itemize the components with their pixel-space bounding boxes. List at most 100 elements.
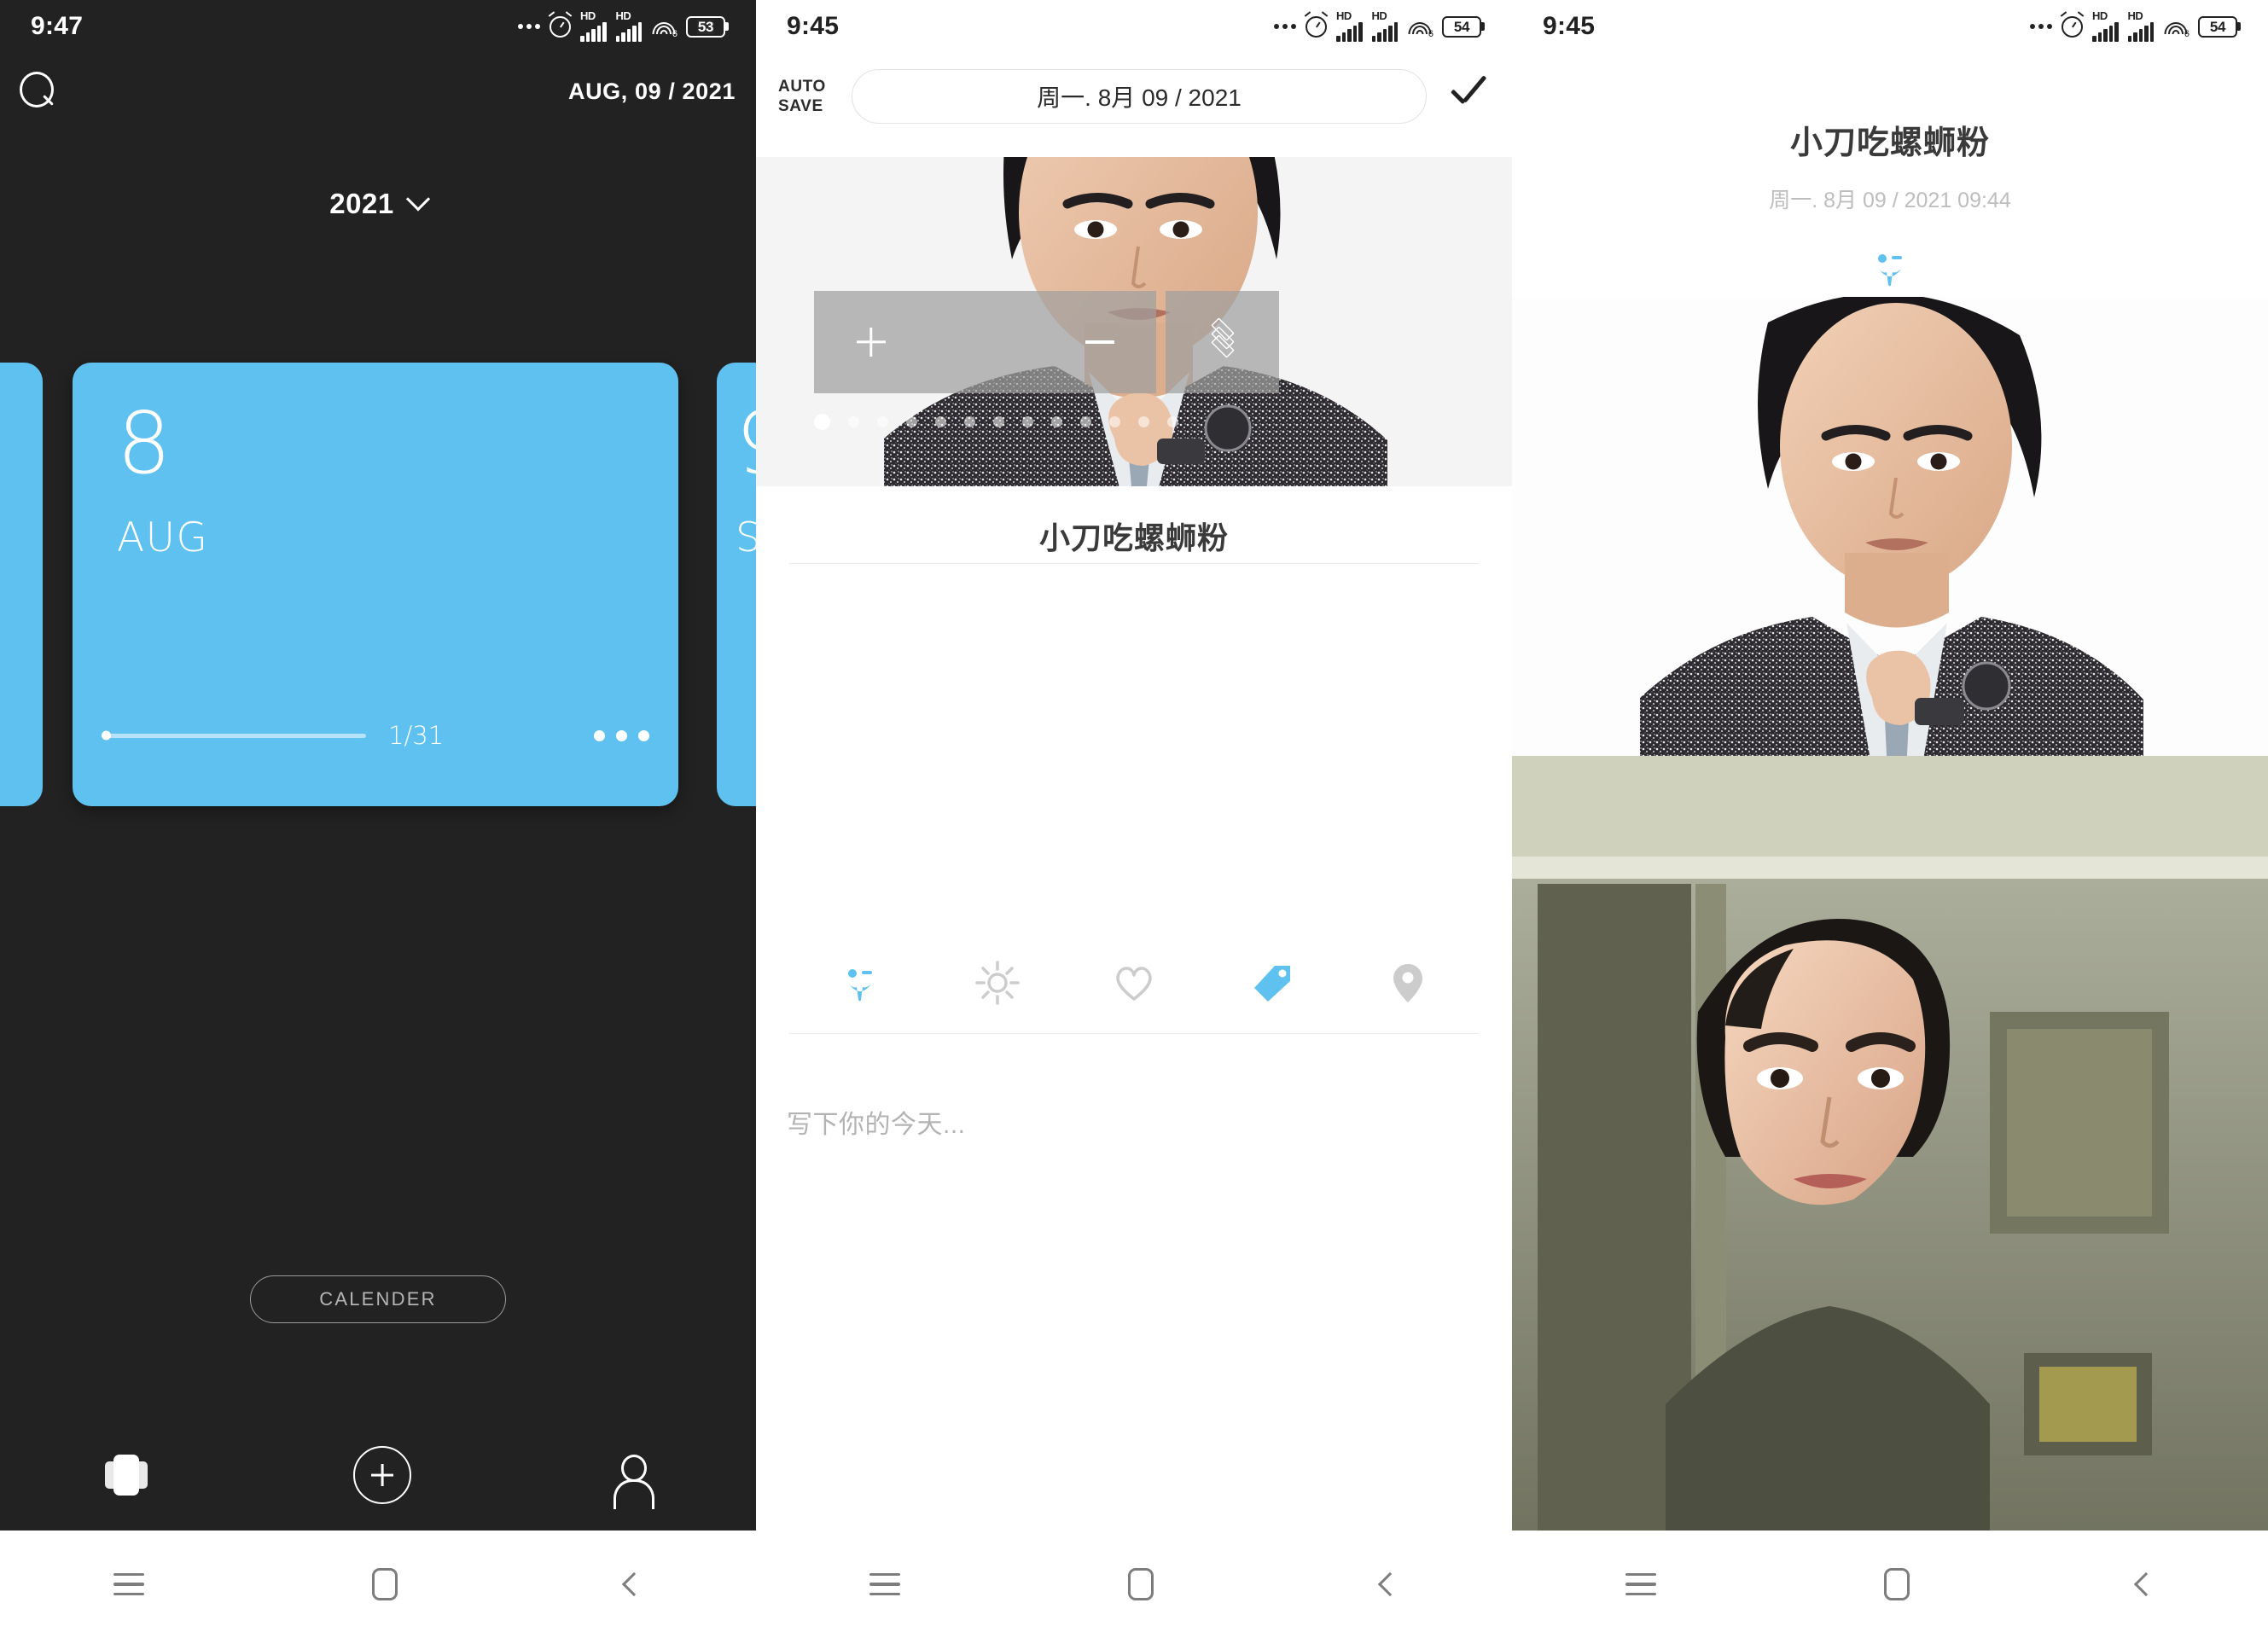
heart-icon[interactable]: [1112, 961, 1156, 1005]
plus-icon: [857, 328, 886, 357]
dot[interactable]: [848, 416, 859, 427]
auto-save-line2: SAVE: [778, 97, 823, 115]
status-time: 9:45: [787, 12, 840, 40]
signal-1-icon: HD: [2092, 9, 2119, 42]
dot[interactable]: [1051, 416, 1062, 427]
status-bar: 9:45 HD HD 6 54: [756, 0, 1512, 53]
dot[interactable]: [906, 416, 917, 427]
signal-1-icon: HD: [1336, 9, 1363, 42]
dot[interactable]: [964, 416, 975, 427]
card-footer: 1/31: [102, 721, 649, 750]
plus-circle-icon[interactable]: [352, 1446, 411, 1504]
more-dots-icon: [518, 24, 540, 29]
menu-icon[interactable]: [1625, 1573, 1657, 1595]
app-bottom-nav: [0, 1420, 756, 1531]
location-pin-icon[interactable]: [1386, 961, 1430, 1005]
card-day-number: 8: [117, 393, 172, 493]
detail-portrait-photo[interactable]: [1512, 297, 2268, 809]
pin-glyph: [1393, 964, 1422, 1002]
check-icon[interactable]: [1444, 73, 1492, 120]
card-footer: [0, 739, 31, 750]
zoom-out-button[interactable]: [1043, 291, 1156, 393]
dot[interactable]: [935, 416, 946, 427]
back-icon[interactable]: [621, 1571, 646, 1597]
screenshot-root: 9:47 HD HD 6 53 AUG, 09 / 2021 2021 8 AU…: [0, 0, 2268, 1638]
home-icon[interactable]: [1883, 1568, 1910, 1600]
chevron-down-icon: [405, 187, 430, 212]
zoom-in-button[interactable]: [814, 291, 928, 393]
panel-calendar-home: 9:47 HD HD 6 53 AUG, 09 / 2021 2021 8 AU…: [0, 0, 756, 1638]
card-progress-bar[interactable]: [102, 730, 366, 741]
calendar-button[interactable]: CALENDER: [250, 1275, 506, 1323]
dot[interactable]: [1167, 416, 1178, 427]
status-time: 9:47: [31, 12, 84, 40]
body-placeholder[interactable]: 写下你的今天...: [787, 1103, 966, 1141]
month-card-carousel[interactable]: 8 AUG 1/31 9 SEP: [0, 363, 756, 806]
card-month-label: AUG: [117, 514, 209, 561]
year-selector[interactable]: 2021: [0, 187, 756, 220]
system-nav-bar: [756, 1531, 1512, 1638]
app-top-bar: AUG, 09 / 2021: [0, 53, 756, 130]
tag-icon[interactable]: [1249, 961, 1294, 1005]
mood-icon[interactable]: [838, 961, 882, 1005]
search-icon[interactable]: [15, 69, 60, 113]
heart-glyph: [1116, 967, 1152, 1001]
entry-tool-icons: [756, 961, 1512, 1005]
portrait-photo: [1512, 297, 2268, 809]
alarm-icon: [550, 15, 571, 38]
entry-title[interactable]: 小刀吃螺蛳粉: [756, 514, 1512, 558]
detail-selfie-photo[interactable]: [1512, 756, 2268, 1587]
mood-glyph: [848, 969, 872, 1002]
dot[interactable]: [1022, 416, 1033, 427]
selfie-photo: [1512, 756, 2268, 1587]
date-field[interactable]: 周一. 8月 09 / 2021: [852, 69, 1427, 124]
menu-icon[interactable]: [869, 1573, 901, 1595]
auto-save-label: AUTO SAVE: [778, 77, 835, 116]
status-bar: 9:47 HD HD 6 53: [0, 0, 756, 53]
battery-icon: 54: [2198, 15, 2237, 38]
signal-2-icon: HD: [1371, 9, 1398, 42]
status-icons: HD HD 6 53: [518, 9, 725, 42]
tag-glyph: [1253, 966, 1290, 1002]
user-icon[interactable]: [614, 1453, 654, 1497]
minus-icon: [1085, 340, 1114, 344]
dot[interactable]: [1138, 416, 1149, 427]
dot[interactable]: [993, 416, 1004, 427]
status-icons: HD HD 6 54: [1274, 9, 1481, 42]
photo-overlay-controls: [814, 291, 1279, 393]
dot-active[interactable]: [814, 414, 830, 430]
month-card-current[interactable]: 8 AUG 1/31: [73, 363, 678, 806]
header-date: AUG, 09 / 2021: [567, 78, 736, 104]
card-more-icon[interactable]: [594, 729, 649, 741]
weather-sun-icon[interactable]: [974, 961, 1020, 1005]
dot[interactable]: [1109, 416, 1120, 427]
back-icon[interactable]: [1377, 1571, 1402, 1597]
home-icon[interactable]: [371, 1568, 398, 1600]
photo-carousel-dots[interactable]: [756, 414, 1512, 430]
dot[interactable]: [1080, 416, 1091, 427]
month-card-next[interactable]: 9 SEP: [717, 363, 756, 806]
signal-2-icon: HD: [615, 9, 642, 42]
menu-icon[interactable]: [113, 1573, 145, 1595]
detail-title: 小刀吃螺蛳粉: [1789, 125, 1990, 161]
layers-button[interactable]: [1166, 291, 1279, 393]
home-icon[interactable]: [1127, 1568, 1154, 1600]
system-nav-bar: [0, 1531, 756, 1638]
back-icon[interactable]: [2133, 1571, 2158, 1597]
wifi-icon: 6: [2163, 16, 2189, 39]
system-nav-bar: [1512, 1531, 2268, 1638]
entry-photo[interactable]: [756, 157, 1512, 486]
card-progress-text: 1/31: [388, 721, 445, 750]
more-dots-icon: [2030, 24, 2052, 29]
cards-stack-icon[interactable]: [102, 1453, 151, 1497]
mood-glyph: [1878, 254, 1902, 287]
dot[interactable]: [877, 416, 888, 427]
sun-glyph: [974, 961, 1020, 1005]
divider: [788, 563, 1480, 564]
detail-datetime: 周一. 8月 09 / 2021 09:44: [1769, 189, 2011, 212]
more-dots-icon: [1274, 24, 1296, 29]
status-time: 9:45: [1543, 12, 1596, 40]
signal-2-icon: HD: [2127, 9, 2154, 42]
month-card-prev[interactable]: [0, 363, 43, 806]
spacer-box: [928, 291, 1043, 393]
